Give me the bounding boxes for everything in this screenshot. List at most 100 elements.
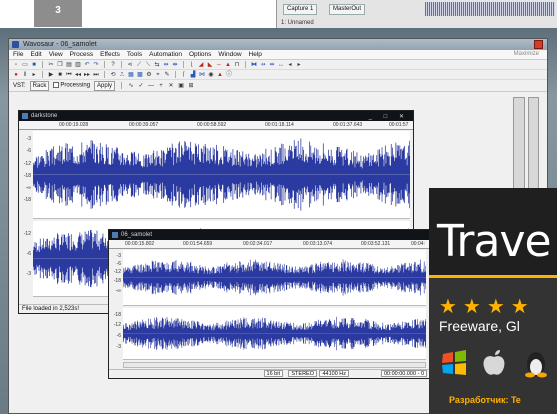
marker-icon[interactable]: ⌊	[189, 62, 195, 68]
db-label: -∞	[115, 288, 121, 294]
new-file-icon[interactable]: ▫	[13, 62, 19, 68]
zoom-selection-icon[interactable]: ⇸	[260, 62, 266, 68]
stop-icon[interactable]: ■	[57, 72, 63, 78]
separator	[42, 61, 43, 68]
menu-options[interactable]: Options	[189, 51, 211, 58]
ruler-tick: 00:01:37.643	[333, 122, 363, 128]
analysis-icon[interactable]: ⌖	[155, 72, 161, 78]
region-icon[interactable]: ▟	[190, 72, 196, 78]
menu-effects[interactable]: Effects	[100, 51, 120, 58]
masterout-button[interactable]: MasterOut	[329, 4, 366, 15]
trim-icon[interactable]: ⊓	[234, 62, 240, 68]
sample-rate: 44100 Hz	[319, 370, 349, 377]
loop-start-icon[interactable]: ◢	[198, 62, 204, 68]
forward-icon[interactable]: ▸▸	[84, 72, 90, 78]
fade-in-icon[interactable]: ⟋	[136, 62, 142, 68]
scroll-left-icon[interactable]: ◂	[287, 62, 293, 68]
settings-icon[interactable]: ⚙	[146, 72, 152, 78]
mono-icon[interactable]: ⇼	[172, 62, 178, 68]
ruler-tick: 00:00:19.028	[59, 122, 89, 128]
db-label: -6	[26, 148, 31, 154]
db-label: -18	[23, 173, 31, 179]
pause-icon[interactable]: ‖	[22, 72, 28, 78]
color-icon[interactable]: ◉	[208, 72, 214, 78]
info-icon[interactable]: ⓘ	[226, 72, 232, 78]
loop-end-icon[interactable]: ◣	[207, 62, 213, 68]
bit-depth: 16 bit	[263, 370, 283, 377]
open-folder-icon[interactable]: ▭	[22, 62, 28, 68]
time-ruler[interactable]: 00:00:15.802 00:01:54.659 00:02:34.017 0…	[109, 240, 429, 249]
help-icon[interactable]: ?	[110, 62, 116, 68]
menu-edit[interactable]: Edit	[30, 51, 41, 58]
stereo-icon[interactable]: ⇹	[163, 62, 169, 68]
lock-icon[interactable]: ▲	[225, 62, 231, 68]
apply-button[interactable]: Apply	[94, 80, 116, 91]
redo-icon[interactable]: ↷	[93, 62, 99, 68]
step-badge: 3	[34, 0, 82, 27]
crossfade-icon[interactable]: ⋈	[199, 72, 205, 78]
processing-label: Processing	[60, 82, 91, 89]
channel-left[interactable]	[33, 131, 410, 219]
rack-button[interactable]: Rack	[29, 80, 50, 91]
menu-help[interactable]: Help	[249, 51, 262, 58]
menu-file[interactable]: File	[13, 51, 23, 58]
grid-icon[interactable]: ▩	[137, 72, 143, 78]
paste-icon[interactable]: ▤	[66, 62, 72, 68]
app-icon	[12, 41, 19, 48]
menu-tools[interactable]: Tools	[127, 51, 142, 58]
plugin-icon[interactable]: ⊞	[188, 83, 194, 89]
status-bar: 16 bit STEREO 44100 Hz 00:00:00.000 - 0	[109, 369, 429, 378]
menu-process[interactable]: Process	[70, 51, 93, 58]
reverse-icon[interactable]: ⇆	[154, 62, 160, 68]
zoom-in-icon[interactable]: ⇹	[269, 62, 275, 68]
capture-button[interactable]: Capture 1	[283, 4, 318, 15]
scroll-right-icon[interactable]: ▸	[296, 62, 302, 68]
cut-icon[interactable]: ✂	[48, 62, 54, 68]
channel-right[interactable]	[123, 308, 426, 360]
rewind-start-icon[interactable]: ⏮	[66, 72, 72, 78]
time-ruler[interactable]: 00:00:19.028 00:00:39.057 00:00:58.592 0…	[19, 121, 413, 130]
spectrum-view-icon[interactable]: ▦	[128, 72, 134, 78]
waveform-window-front[interactable]: 06_samolet 00:00:15.802 00:01:54.659 00:…	[108, 229, 430, 379]
window-titlebar: darkstone _ □ ✕	[19, 111, 413, 121]
wave-tool-icon[interactable]: ∿	[128, 83, 134, 89]
frame-tool-icon[interactable]: ▣	[178, 83, 184, 89]
separator	[42, 71, 43, 78]
fade-out-icon[interactable]: ⟍	[145, 62, 151, 68]
record-icon[interactable]: ●	[13, 72, 19, 78]
plus-tool-icon[interactable]: +	[158, 83, 164, 89]
loop-play-icon[interactable]: ⟲	[110, 72, 116, 78]
menu-view[interactable]: View	[49, 51, 63, 58]
paste-mix-icon[interactable]: ▥	[75, 62, 81, 68]
loop-icon[interactable]: ⇔	[216, 62, 222, 68]
checkbox-box[interactable]	[53, 82, 60, 89]
normalize-icon[interactable]: ⋖	[127, 62, 133, 68]
apple-logo-icon	[483, 350, 505, 375]
horizontal-scrollbar[interactable]	[123, 362, 426, 368]
db-label: -18	[23, 197, 31, 203]
undo-icon[interactable]: ↶	[84, 62, 90, 68]
marker-add-icon[interactable]: ⌈	[181, 72, 187, 78]
processing-checkbox[interactable]: Processing	[53, 82, 90, 89]
warning-icon[interactable]: ▲	[217, 72, 223, 78]
close-icon[interactable]	[534, 40, 543, 49]
play-icon[interactable]: ▸	[31, 72, 37, 78]
ruler-tick: 00:01:57	[389, 122, 409, 128]
developer-text: Разработчик: Te	[449, 395, 521, 405]
channel-left[interactable]	[123, 250, 426, 306]
close-tool-icon[interactable]: ✕	[168, 83, 174, 89]
zoom-out-icon[interactable]: ↔	[278, 62, 284, 68]
check-tool-icon[interactable]: ✓	[138, 83, 144, 89]
rewind-icon[interactable]: ◂◂	[75, 72, 81, 78]
copy-icon[interactable]: ❐	[57, 62, 63, 68]
minus-tool-icon[interactable]: —	[148, 83, 154, 89]
save-icon[interactable]: ■	[31, 62, 37, 68]
app-titlebar: Wavosaur - 06_samolet	[9, 39, 547, 50]
snap-icon[interactable]: ⧓	[251, 62, 257, 68]
menu-window[interactable]: Window	[218, 51, 241, 58]
waveform-view-icon[interactable]: ⎍	[119, 72, 125, 78]
forward-end-icon[interactable]: ⏭	[93, 72, 99, 78]
play-selection-icon[interactable]: ▶	[48, 72, 54, 78]
menu-automation[interactable]: Automation	[149, 51, 182, 58]
pencil-icon[interactable]: ✎	[164, 72, 170, 78]
